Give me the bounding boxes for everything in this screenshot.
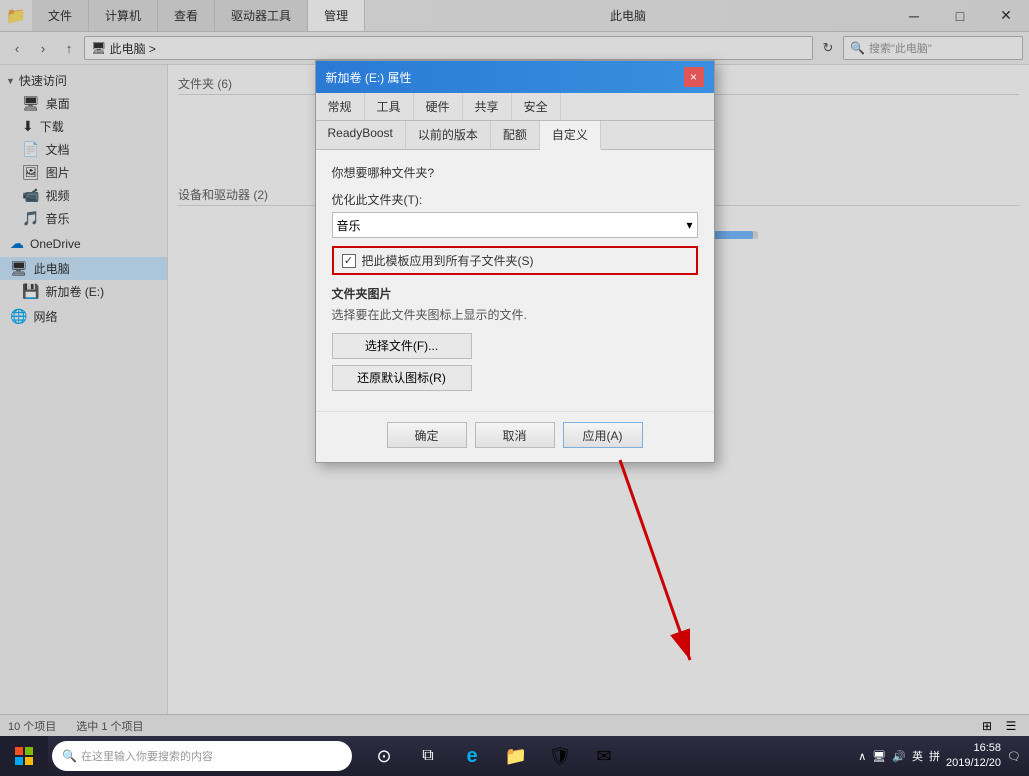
input-method-indicator[interactable]: 拼 bbox=[929, 748, 940, 764]
modal-tab-hardware[interactable]: 硬件 bbox=[414, 93, 463, 120]
choose-file-button[interactable]: 选择文件(F)... bbox=[332, 333, 472, 359]
folder-picture-desc: 选择要在此文件夹图标上显示的文件. bbox=[332, 306, 698, 323]
modal-tabs-row2: ReadyBoost 以前的版本 配额 自定义 bbox=[316, 121, 714, 150]
apply-button[interactable]: 应用(A) bbox=[563, 422, 643, 448]
modal-overlay: 新加卷 (E:) 属性 × 常规 工具 硬件 共享 安全 ReadyBoost bbox=[0, 0, 1029, 736]
modal-tab-tools[interactable]: 工具 bbox=[365, 93, 414, 120]
ok-button[interactable]: 确定 bbox=[387, 422, 467, 448]
modal-title-bar: 新加卷 (E:) 属性 × bbox=[316, 61, 714, 93]
taskbar-tray: ∧ 🖥 🔊 英 拼 16:58 2019/12/20 🗨 bbox=[858, 741, 1029, 772]
taskbar-taskview-icon[interactable]: ⧉ bbox=[408, 736, 448, 776]
taskbar-explorer-icon[interactable]: 📁 bbox=[496, 736, 536, 776]
taskbar: 🔍 在这里输入你要搜索的内容 ⊙ ⧉ e 📁 🛡 ✉ ∧ 🖥 🔊 英 拼 16:… bbox=[0, 736, 1029, 776]
tray-network-icon[interactable]: 🖥 bbox=[872, 750, 886, 763]
optimize-select[interactable]: 音乐 ▾ bbox=[332, 212, 698, 238]
folder-type-question: 你想要哪种文件夹? bbox=[332, 164, 698, 181]
cancel-button[interactable]: 取消 bbox=[475, 422, 555, 448]
modal-tab-custom[interactable]: 自定义 bbox=[540, 121, 601, 150]
modal-footer: 确定 取消 应用(A) bbox=[316, 411, 714, 462]
taskbar-shield-icon[interactable]: 🛡 bbox=[540, 736, 580, 776]
optimize-label: 优化此文件夹(T): bbox=[332, 191, 698, 208]
taskbar-app-icons: ⊙ ⧉ e 📁 🛡 ✉ bbox=[364, 736, 624, 776]
apply-to-subfolders-label: 把此模板应用到所有子文件夹(S) bbox=[362, 252, 534, 269]
modal-tab-security[interactable]: 安全 bbox=[512, 93, 561, 120]
dropdown-arrow-icon: ▾ bbox=[686, 218, 692, 232]
modal-close-button[interactable]: × bbox=[684, 67, 704, 87]
tray-up-arrow-icon[interactable]: ∧ bbox=[858, 750, 866, 763]
taskbar-edge-icon[interactable]: e bbox=[452, 736, 492, 776]
apply-to-subfolders-checkbox[interactable]: ✓ bbox=[342, 254, 356, 268]
modal-tab-general[interactable]: 常规 bbox=[316, 93, 365, 120]
tray-volume-icon[interactable]: 🔊 bbox=[892, 750, 906, 763]
taskbar-mail-icon[interactable]: ✉ bbox=[584, 736, 624, 776]
modal-tabs: 常规 工具 硬件 共享 安全 bbox=[316, 93, 714, 121]
modal-title: 新加卷 (E:) 属性 bbox=[326, 69, 412, 86]
taskbar-search[interactable]: 🔍 在这里输入你要搜索的内容 bbox=[52, 741, 352, 771]
start-button[interactable] bbox=[0, 736, 48, 776]
modal-body: 你想要哪种文件夹? 优化此文件夹(T): 音乐 ▾ ✓ 把此模板应用到所有子文件… bbox=[316, 150, 714, 411]
taskbar-search-icon: 🔍 bbox=[62, 749, 77, 763]
apply-to-subfolders-row: ✓ 把此模板应用到所有子文件夹(S) bbox=[332, 246, 698, 275]
modal-tab-readyboost[interactable]: ReadyBoost bbox=[316, 121, 406, 149]
modal-tab-sharing[interactable]: 共享 bbox=[463, 93, 512, 120]
restore-icon-button[interactable]: 还原默认图标(R) bbox=[332, 365, 472, 391]
notification-icon[interactable]: 🗨 bbox=[1007, 750, 1021, 763]
modal-tab-quota[interactable]: 配额 bbox=[491, 121, 540, 149]
taskbar-cortana-icon[interactable]: ⊙ bbox=[364, 736, 404, 776]
language-indicator[interactable]: 英 bbox=[912, 748, 923, 764]
properties-modal: 新加卷 (E:) 属性 × 常规 工具 硬件 共享 安全 ReadyBoost bbox=[315, 60, 715, 463]
folder-picture-title: 文件夹图片 bbox=[332, 285, 698, 302]
modal-tab-previous[interactable]: 以前的版本 bbox=[406, 121, 491, 149]
taskbar-clock[interactable]: 16:58 2019/12/20 bbox=[946, 741, 1001, 772]
